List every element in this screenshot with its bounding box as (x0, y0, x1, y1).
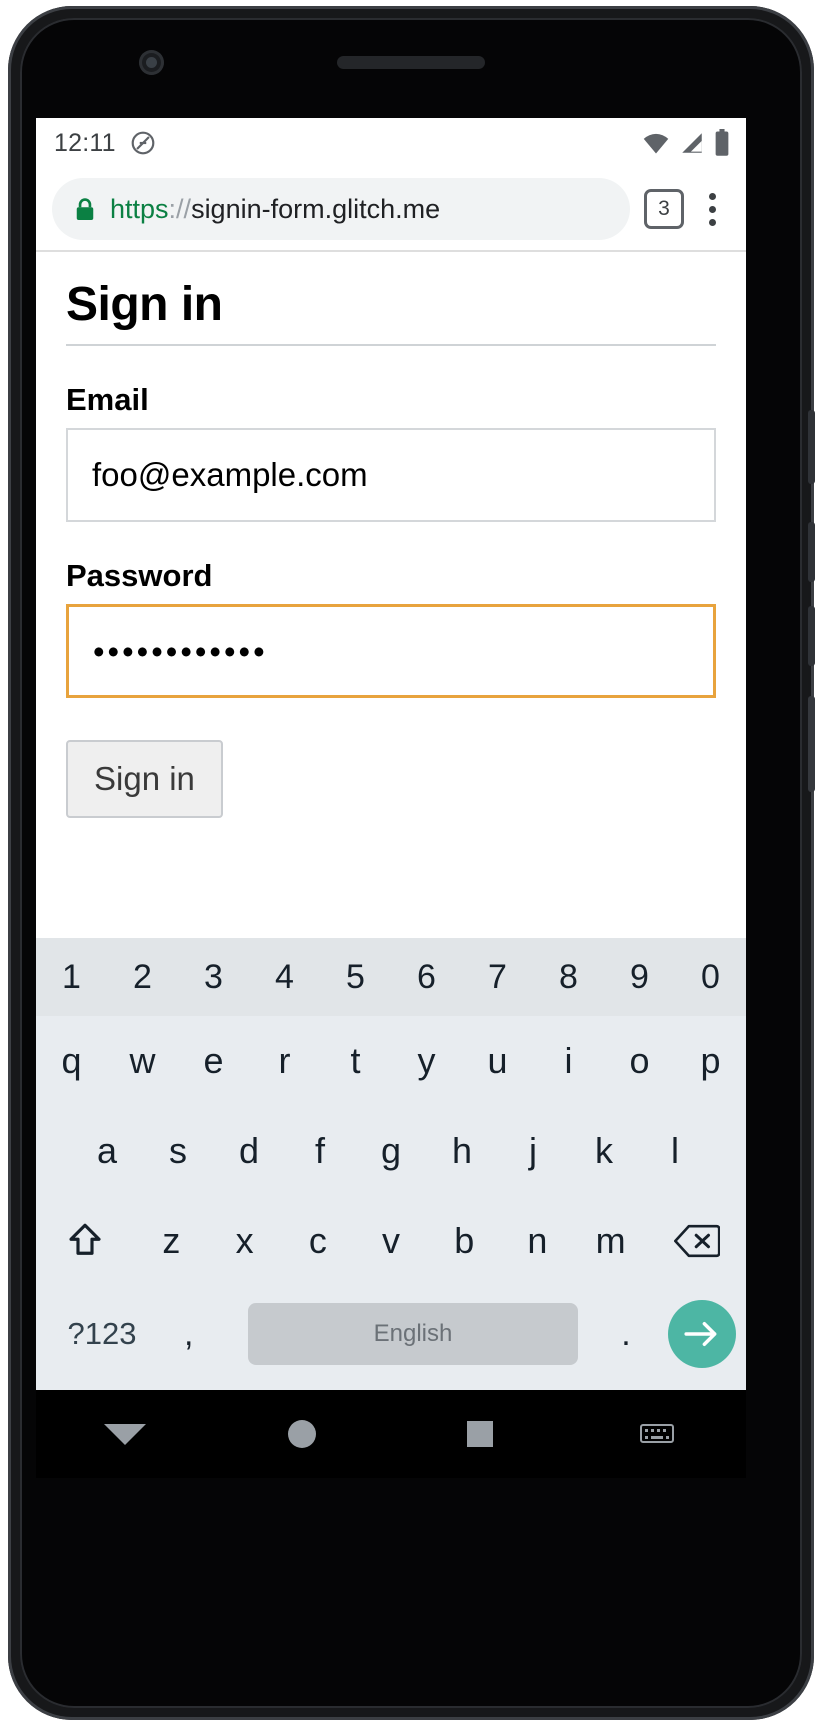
menu-dot (708, 218, 716, 226)
comma-key[interactable]: , (162, 1315, 238, 1354)
url-text: https://signin-form.glitch.me (110, 194, 440, 225)
keyboard-row-3: z x c v b n m (36, 1196, 746, 1286)
url-bar[interactable]: https://signin-form.glitch.me (52, 178, 630, 240)
key-o[interactable]: o (604, 1016, 675, 1106)
menu-dot (708, 205, 716, 213)
back-triangle (103, 1423, 146, 1445)
key-n[interactable]: n (501, 1196, 574, 1286)
key-g[interactable]: g (356, 1106, 427, 1196)
key-b[interactable]: b (428, 1196, 501, 1286)
overflow-menu-icon[interactable] (690, 183, 734, 235)
key-3[interactable]: 3 (178, 938, 249, 1016)
url-host: signin-form.glitch.me (191, 193, 441, 224)
key-a[interactable]: a (72, 1106, 143, 1196)
key-j[interactable]: j (498, 1106, 569, 1196)
status-notification-icons (130, 130, 156, 156)
key-f[interactable]: f (285, 1106, 356, 1196)
phone-screen: 12:11 https://signin-form.glitch.me 3 Si… (36, 118, 746, 1390)
sign-in-button[interactable]: Sign in (66, 740, 223, 819)
key-7[interactable]: 7 (462, 938, 533, 1016)
key-q[interactable]: q (36, 1016, 107, 1106)
menu-dot (708, 192, 716, 200)
key-z[interactable]: z (135, 1196, 208, 1286)
password-label: Password (66, 558, 213, 594)
do-not-disturb-icon (130, 130, 156, 156)
password-input[interactable]: •••••••••••• (66, 604, 716, 699)
key-6[interactable]: 6 (391, 938, 462, 1016)
on-screen-keyboard: 1 2 3 4 5 6 7 8 9 0 q w e r t y u i o p … (36, 938, 746, 1390)
keyboard-number-row: 1 2 3 4 5 6 7 8 9 0 (36, 938, 746, 1016)
key-h[interactable]: h (427, 1106, 498, 1196)
key-e[interactable]: e (178, 1016, 249, 1106)
email-label: Email (66, 382, 149, 418)
key-x[interactable]: x (208, 1196, 281, 1286)
title-divider (66, 344, 716, 347)
password-field-group: Password •••••••••••• (66, 558, 716, 699)
key-4[interactable]: 4 (249, 938, 320, 1016)
email-input[interactable]: foo@example.com (66, 428, 716, 523)
wifi-icon (642, 130, 670, 156)
url-separator: :// (168, 193, 192, 224)
key-8[interactable]: 8 (533, 938, 604, 1016)
key-v[interactable]: v (354, 1196, 427, 1286)
recents-nav-icon[interactable] (391, 1421, 569, 1447)
lock-icon (74, 197, 110, 222)
key-r[interactable]: r (249, 1016, 320, 1106)
key-1[interactable]: 1 (36, 938, 107, 1016)
keyboard-bottom-row: ?123 , English . (36, 1286, 746, 1382)
volume-down-button[interactable] (808, 606, 815, 666)
status-bar: 12:11 (36, 118, 746, 168)
key-i[interactable]: i (533, 1016, 604, 1106)
key-t[interactable]: t (320, 1016, 391, 1106)
page-title: Sign in (66, 278, 223, 331)
home-circle (288, 1420, 317, 1448)
status-system-icons (642, 129, 730, 157)
enter-arrow-icon (668, 1300, 736, 1368)
battery-icon (714, 129, 730, 157)
symbols-key[interactable]: ?123 (42, 1316, 162, 1352)
space-key[interactable]: English (248, 1303, 578, 1365)
email-field-group: Email foo@example.com (66, 382, 716, 523)
shift-key-icon[interactable] (36, 1196, 135, 1286)
tab-switcher-button[interactable]: 3 (644, 189, 684, 229)
key-p[interactable]: p (675, 1016, 746, 1106)
key-9[interactable]: 9 (604, 938, 675, 1016)
url-scheme: https (110, 193, 169, 224)
volume-up-button[interactable] (808, 522, 815, 582)
recents-square (466, 1421, 493, 1447)
hide-keyboard-icon[interactable] (569, 1422, 747, 1446)
keyboard-row-2: a s d f g h j k l (36, 1106, 746, 1196)
front-camera (139, 50, 164, 75)
key-u[interactable]: u (462, 1016, 533, 1106)
key-s[interactable]: s (143, 1106, 214, 1196)
signal-icon (679, 130, 705, 156)
key-w[interactable]: w (107, 1016, 178, 1106)
key-d[interactable]: d (214, 1106, 285, 1196)
key-m[interactable]: m (574, 1196, 647, 1286)
period-key[interactable]: . (588, 1315, 664, 1354)
earpiece-speaker (337, 56, 485, 69)
key-l[interactable]: l (640, 1106, 711, 1196)
key-2[interactable]: 2 (107, 938, 178, 1016)
home-nav-icon[interactable] (214, 1420, 392, 1448)
key-y[interactable]: y (391, 1016, 462, 1106)
password-masked-value: •••••••••••• (93, 632, 268, 670)
phone-screenshot: 12:11 https://signin-form.glitch.me 3 Si… (0, 0, 822, 1726)
browser-toolbar: https://signin-form.glitch.me 3 (36, 168, 746, 252)
power-button[interactable] (808, 410, 815, 484)
keyboard-row-1: q w e r t y u i o p (36, 1016, 746, 1106)
enter-key[interactable] (664, 1300, 740, 1368)
side-button-extra[interactable] (808, 696, 815, 792)
key-k[interactable]: k (569, 1106, 640, 1196)
status-clock: 12:11 (54, 128, 116, 157)
key-5[interactable]: 5 (320, 938, 391, 1016)
back-nav-icon[interactable] (36, 1423, 214, 1445)
web-page-content: Sign in Email foo@example.com Password •… (36, 252, 746, 860)
backspace-key-icon[interactable] (647, 1196, 746, 1286)
key-c[interactable]: c (281, 1196, 354, 1286)
android-nav-bar (36, 1390, 746, 1478)
key-0[interactable]: 0 (675, 938, 746, 1016)
